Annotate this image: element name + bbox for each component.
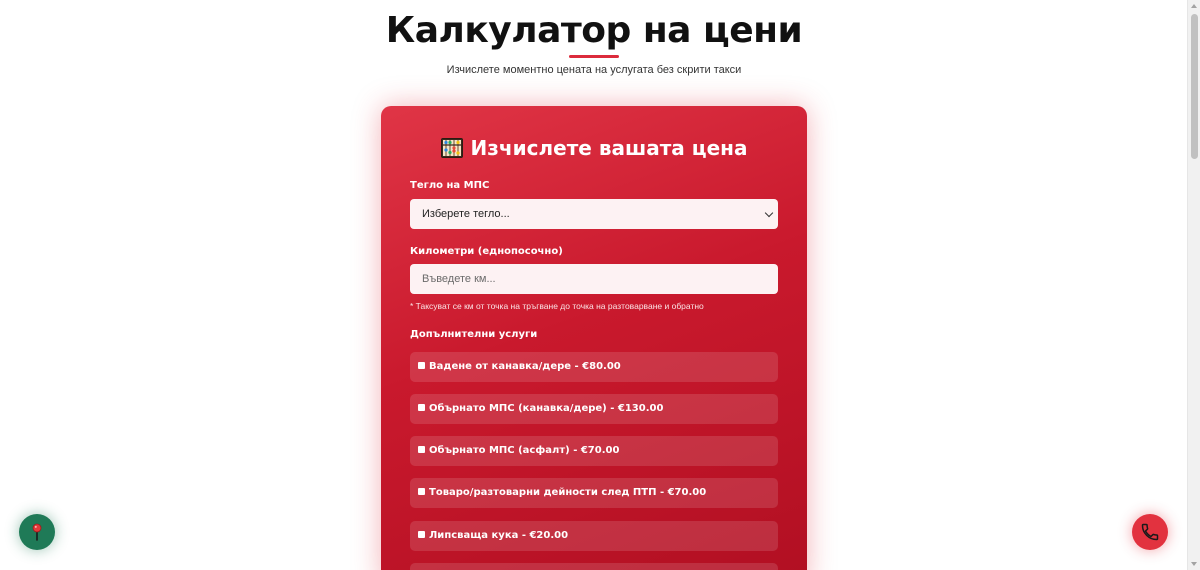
service-checkbox[interactable] bbox=[418, 488, 425, 495]
page: Калкулатор на цени Изчислете моментно це… bbox=[0, 0, 1200, 570]
price-calculator-card: Изчислете вашата цена Тегло на МПС Избер… bbox=[381, 106, 807, 570]
phone-icon bbox=[1141, 523, 1159, 541]
scroll-up-icon[interactable] bbox=[1191, 4, 1197, 8]
service-option-label: Обърнато МПС (асфалт) - €70.00 bbox=[429, 445, 620, 456]
service-option-partial[interactable] bbox=[410, 563, 778, 570]
service-option-label: Товаро/разтоварни дейности след ПТП - €7… bbox=[429, 487, 707, 498]
service-option[interactable]: Вадене от канавка/дере - €80.00 bbox=[410, 352, 778, 382]
title-underline bbox=[569, 55, 619, 58]
call-button[interactable] bbox=[1132, 514, 1168, 550]
weight-label: Тегло на МПС bbox=[410, 180, 490, 191]
calculator-heading-text: Изчислете вашата цена bbox=[470, 136, 748, 160]
services-label: Допълнителни услуги bbox=[410, 329, 538, 340]
abacus-icon bbox=[440, 138, 463, 158]
service-option-label: Вадене от канавка/дере - €80.00 bbox=[429, 361, 621, 372]
km-note: * Таксуват се км от точка на тръгване до… bbox=[410, 301, 704, 311]
service-checkbox[interactable] bbox=[418, 531, 425, 538]
page-title: Калкулатор на цени bbox=[385, 10, 803, 51]
service-checkbox[interactable] bbox=[418, 446, 425, 453]
service-option[interactable]: Обърнато МПС (асфалт) - €70.00 bbox=[410, 436, 778, 466]
chevron-down-icon bbox=[764, 208, 774, 218]
km-input[interactable] bbox=[410, 264, 778, 294]
page-subtitle: Изчислете моментно цената на услугата бе… bbox=[446, 64, 742, 76]
map-pin-icon bbox=[32, 523, 42, 541]
service-option[interactable]: Товаро/разтоварни дейности след ПТП - €7… bbox=[410, 478, 778, 508]
calculator-heading: Изчислете вашата цена bbox=[381, 136, 807, 160]
service-option[interactable]: Обърнато МПС (канавка/дере) - €130.00 bbox=[410, 394, 778, 424]
page-scrollbar[interactable] bbox=[1187, 0, 1200, 570]
weight-select[interactable]: Изберете тегло... bbox=[410, 199, 778, 229]
scrollbar-thumb[interactable] bbox=[1191, 14, 1198, 159]
service-option-label: Липсваща кука - €20.00 bbox=[429, 530, 569, 541]
weight-select-value: Изберете тегло... bbox=[422, 208, 510, 220]
service-option[interactable]: Липсваща кука - €20.00 bbox=[410, 521, 778, 551]
service-checkbox[interactable] bbox=[418, 404, 425, 411]
scroll-down-icon[interactable] bbox=[1191, 562, 1197, 566]
service-option-label: Обърнато МПС (канавка/дере) - €130.00 bbox=[429, 403, 664, 414]
service-checkbox[interactable] bbox=[418, 362, 425, 369]
map-location-button[interactable] bbox=[19, 514, 55, 550]
km-label: Километри (еднопосочно) bbox=[410, 246, 563, 257]
